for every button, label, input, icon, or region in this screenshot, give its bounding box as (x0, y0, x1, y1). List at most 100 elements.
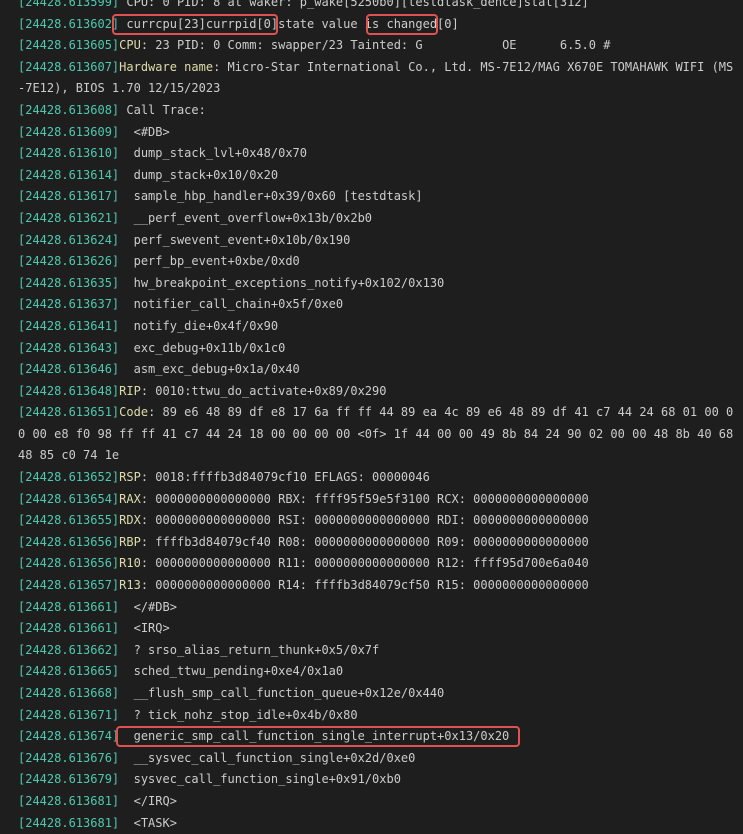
log-line: [24428.613671] ? tick_nohz_stop_idle+0x4… (0, 705, 743, 727)
timestamp: [24428.613665] (18, 664, 120, 679)
log-line: [24428.613679] sysvec_call_function_sing… (0, 769, 743, 791)
timestamp: [24428.613643] (18, 340, 120, 355)
field-key: R10 (119, 556, 141, 571)
log-line: [24428.613641] notify_die+0x4f/0x90 (0, 316, 743, 338)
timestamp: [24428.613681] (18, 815, 120, 830)
log-text: 48 85 c0 74 1e (18, 448, 120, 463)
log-text: currcpu[23]currpid[0]state value is chan… (119, 16, 459, 31)
log-line: [24428.613661] <IRQ> (0, 618, 743, 640)
timestamp: [24428.613626] (18, 254, 120, 269)
log-text: CPU: 0 PID: 8 at waker: p_wake[5250b0][t… (119, 0, 589, 9)
timestamp: [24428.613624] (18, 232, 120, 247)
terminal-output[interactable]: [24428.613599] CPU: 0 PID: 8 at waker: p… (0, 0, 743, 834)
log-line: [24428.613608] Call Trace: (0, 100, 743, 122)
log-text: notifier_call_chain+0x5f/0xe0 (119, 297, 344, 312)
log-text: perf_swevent_event+0x10b/0x190 (119, 232, 351, 247)
log-text: sysvec_call_function_single+0x91/0xb0 (119, 772, 401, 787)
timestamp: [24428.613651] (18, 405, 120, 420)
log-line: 48 85 c0 74 1e (0, 445, 743, 467)
field-key: RSP (119, 470, 141, 485)
log-text: __perf_event_overflow+0x13b/0x2b0 (119, 210, 373, 225)
log-text: </IRQ> (119, 793, 177, 808)
timestamp: [24428.613614] (18, 167, 120, 182)
log-text: Call Trace: (119, 102, 206, 117)
field-key: RAX (119, 491, 141, 506)
timestamp: [24428.613661] (18, 621, 120, 636)
log-line: [24428.613657]R13: 0000000000000000 R14:… (0, 575, 743, 597)
log-line: [24428.613646] asm_exc_debug+0x1a/0x40 (0, 359, 743, 381)
timestamp: [24428.613676] (18, 750, 120, 765)
field-key: Code (119, 405, 149, 420)
log-text: sched_ttwu_pending+0xe4/0x1a0 (119, 664, 344, 679)
log-text: -7E12), BIOS 1.70 12/15/2023 (18, 81, 221, 96)
timestamp: [24428.613635] (18, 275, 120, 290)
log-text: __sysvec_call_function_single+0x2d/0xe0 (119, 750, 416, 765)
log-line: 0 00 e8 f0 98 ff ff 41 c7 44 24 18 00 00… (0, 424, 743, 446)
log-text: __flush_smp_call_function_queue+0x12e/0x… (119, 686, 445, 700)
timestamp: [24428.613637] (18, 297, 120, 312)
log-line: [24428.613661] </#DB> (0, 597, 743, 619)
timestamp: [24428.613605] (18, 38, 120, 53)
timestamp: [24428.613654] (18, 491, 120, 506)
timestamp: [24428.613671] (18, 707, 120, 722)
timestamp: [24428.613648] (18, 383, 120, 398)
timestamp: [24428.613668] (18, 686, 120, 700)
log-text: generic_smp_call_function_single_interru… (119, 729, 510, 744)
timestamp: [24428.613662] (18, 642, 120, 657)
log-line: [24428.613609] <#DB> (0, 122, 743, 144)
timestamp: [24428.613674] (18, 729, 120, 744)
log-text: 0 00 e8 f0 98 ff ff 41 c7 44 24 18 00 00… (18, 426, 734, 441)
log-line: [24428.613668] __flush_smp_call_function… (0, 683, 743, 705)
timestamp: [24428.613657] (18, 578, 120, 593)
log-text: dump_stack_lvl+0x48/0x70 (119, 146, 307, 161)
log-line: [24428.613662] ? srso_alias_return_thunk… (0, 640, 743, 662)
timestamp: [24428.613608] (18, 102, 120, 117)
timestamp: [24428.613661] (18, 599, 120, 614)
timestamp: [24428.613607] (18, 59, 120, 74)
log-line: [24428.613652]RSP: 0018:ffffb3d84079cf10… (0, 467, 743, 489)
timestamp: [24428.613679] (18, 772, 120, 787)
timestamp: [24428.613602] (18, 16, 120, 31)
log-text: asm_exc_debug+0x1a/0x40 (119, 362, 300, 377)
log-line: -7E12), BIOS 1.70 12/15/2023 (0, 78, 743, 100)
log-line: [24428.613654]RAX: 0000000000000000 RBX:… (0, 489, 743, 511)
log-text: notify_die+0x4f/0x90 (119, 318, 279, 333)
log-text: : 0000000000000000 R14: ffffb3d84079cf50… (140, 578, 589, 593)
log-line: [24428.613637] notifier_call_chain+0x5f/… (0, 294, 743, 316)
log-line: [24428.613624] perf_swevent_event+0x10b/… (0, 230, 743, 252)
timestamp: [24428.613681] (18, 793, 120, 808)
timestamp: [24428.613641] (18, 318, 120, 333)
log-line: [24428.613602] currcpu[23]currpid[0]stat… (0, 13, 743, 36)
field-key: RIP (119, 383, 141, 398)
timestamp: [24428.613652] (18, 470, 120, 485)
log-text: : 23 PID: 0 Comm: swapper/23 Tainted: G … (140, 38, 611, 53)
log-line: [24428.613676] __sysvec_call_function_si… (0, 748, 743, 770)
log-line: [24428.613656]RBP: ffffb3d84079cf40 R08:… (0, 532, 743, 554)
log-line: [24428.613681] <TASK> (0, 813, 743, 834)
log-text: : 0000000000000000 RBX: ffff95f59e5f3100… (140, 491, 589, 506)
log-text: : ffffb3d84079cf40 R08: 0000000000000000… (140, 534, 589, 549)
timestamp: [24428.613621] (18, 210, 120, 225)
log-line: [24428.613665] sched_ttwu_pending+0xe4/0… (0, 661, 743, 683)
timestamp: [24428.613617] (18, 189, 120, 204)
log-text: <IRQ> (119, 621, 170, 636)
timestamp: [24428.613609] (18, 124, 120, 139)
log-text: ? tick_nohz_stop_idle+0x4b/0x80 (119, 707, 358, 722)
field-key: RBP (119, 534, 141, 549)
log-text: <TASK> (119, 815, 177, 830)
timestamp: [24428.613646] (18, 362, 120, 377)
log-line: [24428.613643] exc_debug+0x11b/0x1c0 (0, 338, 743, 360)
log-line: [24428.613617] sample_hbp_handler+0x39/0… (0, 186, 743, 208)
log-line: [24428.613621] __perf_event_overflow+0x1… (0, 208, 743, 230)
field-key: CPU (119, 38, 141, 53)
log-line: [24428.613681] </IRQ> (0, 791, 743, 813)
log-line: [24428.613656]R10: 0000000000000000 R11:… (0, 553, 743, 575)
log-text: exc_debug+0x11b/0x1c0 (119, 340, 286, 355)
log-text: : 89 e6 48 89 df e8 17 6a ff ff 44 89 ea… (148, 405, 734, 420)
log-line: [24428.613614] dump_stack+0x10/0x20 (0, 165, 743, 187)
field-key: Hardware name (119, 59, 214, 74)
log-text: ? srso_alias_return_thunk+0x5/0x7f (119, 642, 380, 657)
log-line: [24428.613651]Code: 89 e6 48 89 df e8 17… (0, 402, 743, 424)
log-line: [24428.613626] perf_bp_event+0xbe/0xd0 (0, 251, 743, 273)
log-line: [24428.613599] CPU: 0 PID: 8 at waker: p… (0, 0, 743, 14)
